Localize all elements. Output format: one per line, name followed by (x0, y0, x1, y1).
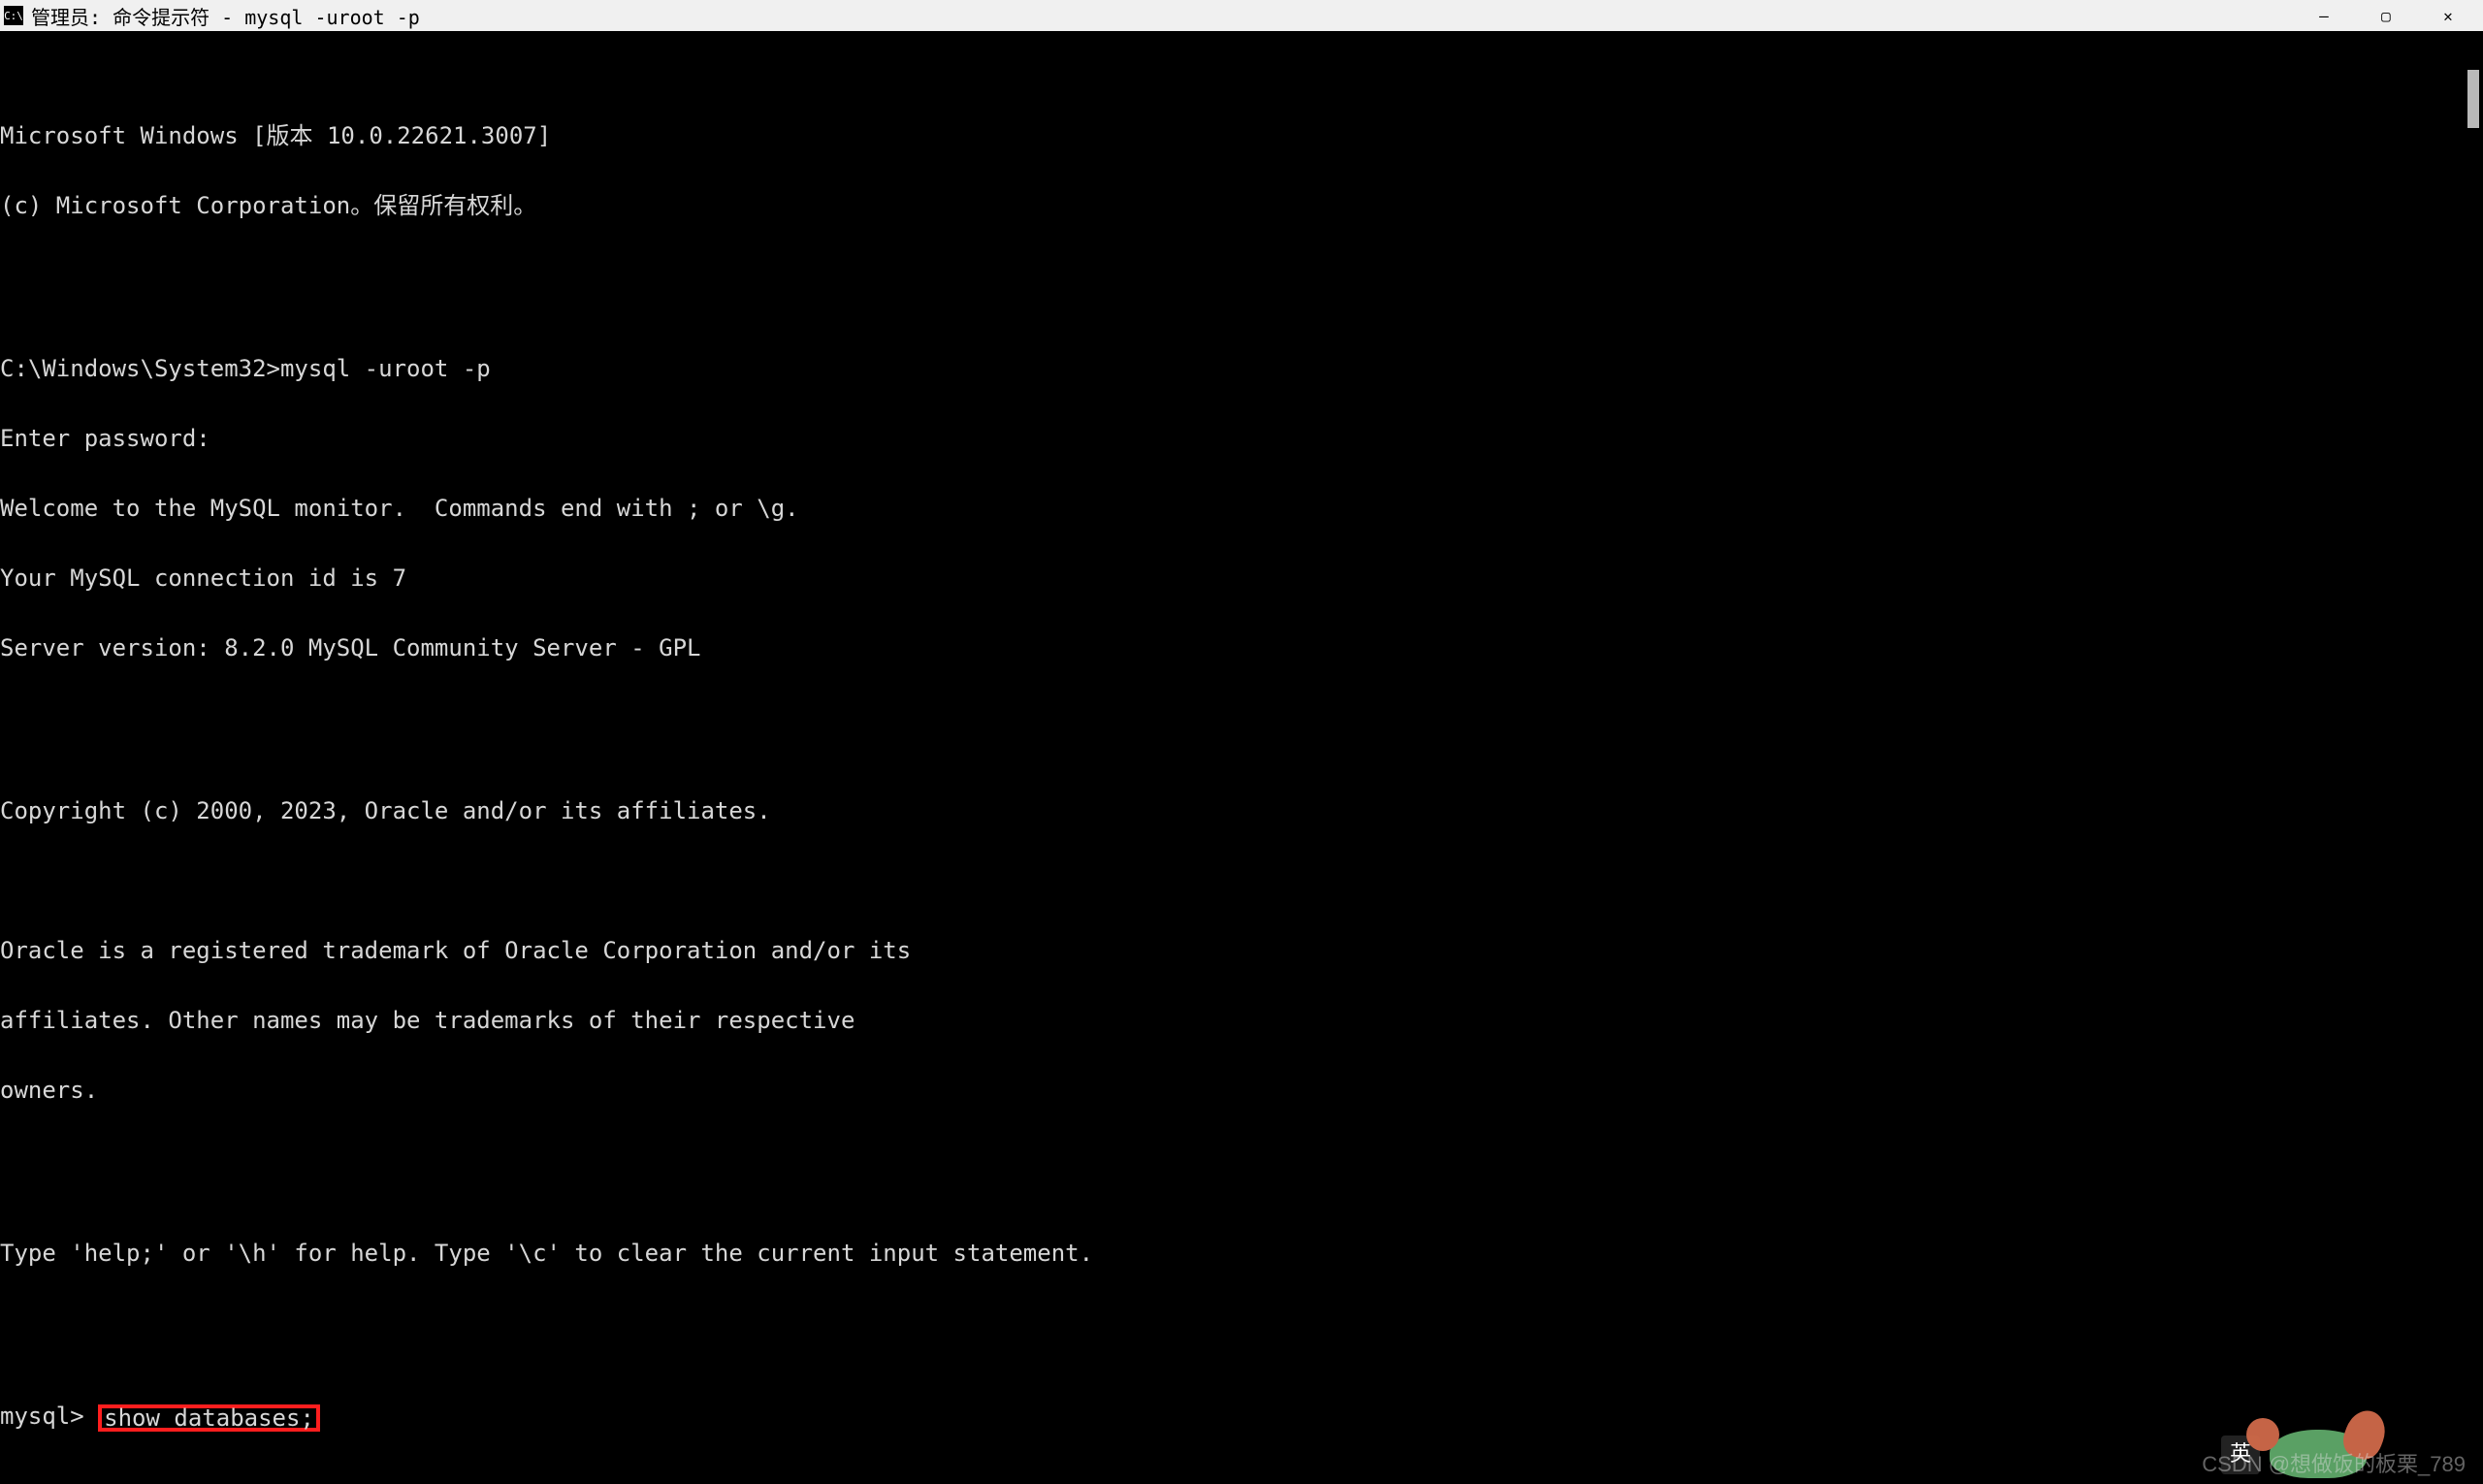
copyright-2: Oracle is a registered trademark of Orac… (0, 939, 2483, 962)
window-title: 管理员: 命令提示符 - mysql -uroot -p (31, 2, 2293, 30)
mysql-prompt: mysql> (0, 1403, 84, 1430)
blank (0, 706, 2483, 729)
prompt-path: C:\Windows\System32> (0, 355, 280, 382)
watermark: CSDN @想做饭的板栗_789 (2202, 1453, 2466, 1476)
terminal-area[interactable]: Microsoft Windows [版本 10.0.22621.3007] (… (0, 31, 2483, 1484)
copyright-4: owners. (0, 1079, 2483, 1102)
blank (0, 1311, 2483, 1335)
os-header-2: (c) Microsoft Corporation。保留所有权利。 (0, 194, 2483, 217)
copyright-3: affiliates. Other names may be trademark… (0, 1009, 2483, 1032)
blank (0, 264, 2483, 287)
scrollbar-thumb[interactable] (2467, 70, 2479, 128)
mysql-cmd: mysql -uroot -p (280, 355, 491, 382)
cmd-icon: C:\ (4, 6, 23, 25)
minimize-button[interactable]: — (2293, 0, 2355, 31)
conn-id: Your MySQL connection id is 7 (0, 566, 2483, 590)
window-titlebar: C:\ 管理员: 命令提示符 - mysql -uroot -p — ▢ ✕ (0, 0, 2483, 31)
os-header-1: Microsoft Windows [版本 10.0.22621.3007] (0, 124, 2483, 147)
cmd-show-db: mysql> show databases; (0, 1404, 2483, 1428)
close-button[interactable]: ✕ (2417, 0, 2479, 31)
blank (0, 1148, 2483, 1172)
help-line: Type 'help;' or '\h' for help. Type '\c'… (0, 1242, 2483, 1265)
highlight-show-db: show databases; (98, 1404, 320, 1432)
copyright-1: Copyright (c) 2000, 2023, Oracle and/or … (0, 799, 2483, 823)
server-ver: Server version: 8.2.0 MySQL Community Se… (0, 636, 2483, 660)
maximize-button[interactable]: ▢ (2355, 0, 2417, 31)
blank (0, 869, 2483, 892)
login-cmd: C:\Windows\System32>mysql -uroot -p (0, 357, 2483, 380)
welcome: Welcome to the MySQL monitor. Commands e… (0, 497, 2483, 520)
enter-password: Enter password: (0, 427, 2483, 450)
